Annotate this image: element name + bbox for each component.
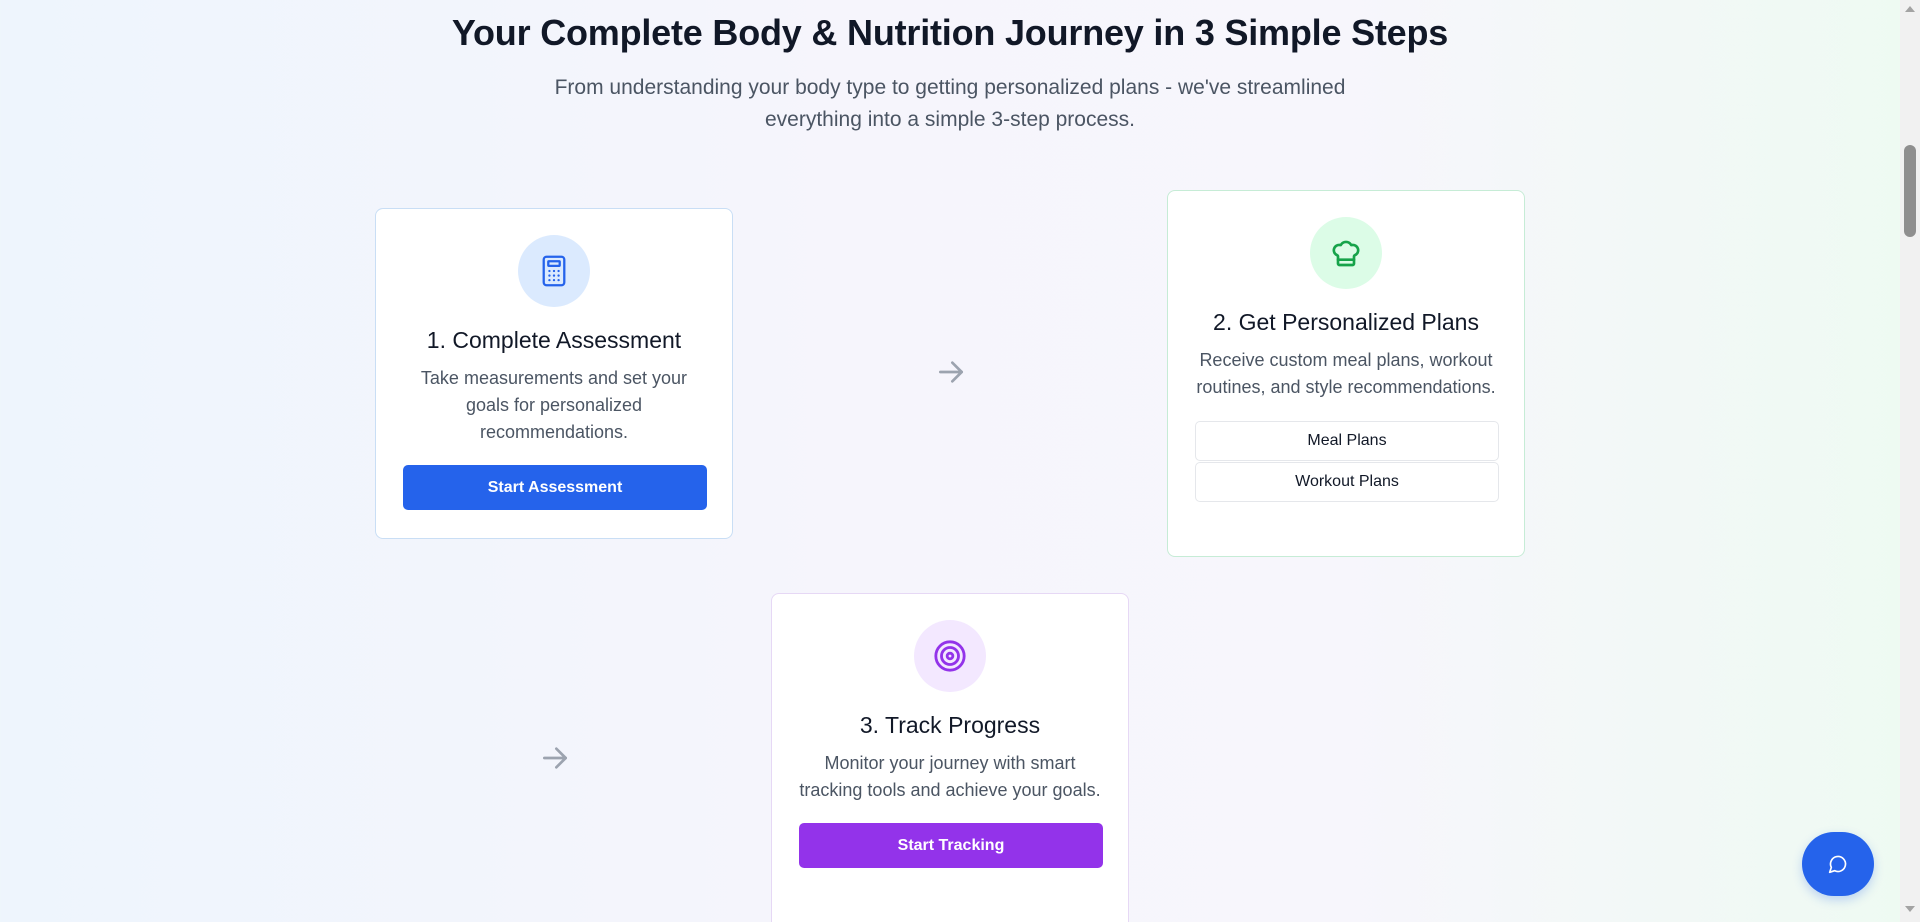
step-description: Receive custom meal plans, workout routi…: [1196, 350, 1496, 397]
step-description: Take measurements and set your goals for…: [420, 368, 688, 442]
start-assessment-button[interactable]: Start Assessment: [403, 465, 707, 510]
start-tracking-button[interactable]: Start Tracking: [799, 823, 1103, 868]
workout-plans-button[interactable]: Workout Plans: [1195, 462, 1499, 502]
scrollbar[interactable]: [1900, 0, 1920, 922]
chat-bubble-icon: [1828, 854, 1848, 874]
scrollbar-thumb[interactable]: [1904, 145, 1916, 237]
step-description: Monitor your journey with smart tracking…: [799, 753, 1101, 800]
step-card-plans: 2. Get Personalized Plans Receive custom…: [1167, 190, 1525, 557]
chat-button[interactable]: [1802, 832, 1874, 896]
calculator-icon: [518, 235, 590, 307]
arrow-right-icon: [539, 742, 571, 774]
step-card-tracking: 3. Track Progress Monitor your journey w…: [771, 593, 1129, 922]
scroll-down-arrow-icon[interactable]: [1905, 906, 1915, 912]
chef-hat-icon: [1310, 217, 1382, 289]
target-icon: [914, 620, 986, 692]
arrow-right-icon: [935, 356, 967, 388]
step-title: 2. Get Personalized Plans: [1213, 309, 1479, 335]
section-title: Your Complete Body & Nutrition Journey i…: [451, 12, 1449, 53]
step-card-assessment: 1. Complete Assessment Take measurements…: [375, 208, 733, 539]
steps-section: Your Complete Body & Nutrition Journey i…: [0, 0, 1900, 922]
scroll-up-arrow-icon[interactable]: [1905, 6, 1915, 12]
section-subtitle: From understanding your body type to get…: [554, 76, 1346, 131]
meal-plans-button[interactable]: Meal Plans: [1195, 421, 1499, 461]
step-title: 3. Track Progress: [859, 712, 1041, 738]
step-title: 1. Complete Assessment: [426, 327, 682, 353]
